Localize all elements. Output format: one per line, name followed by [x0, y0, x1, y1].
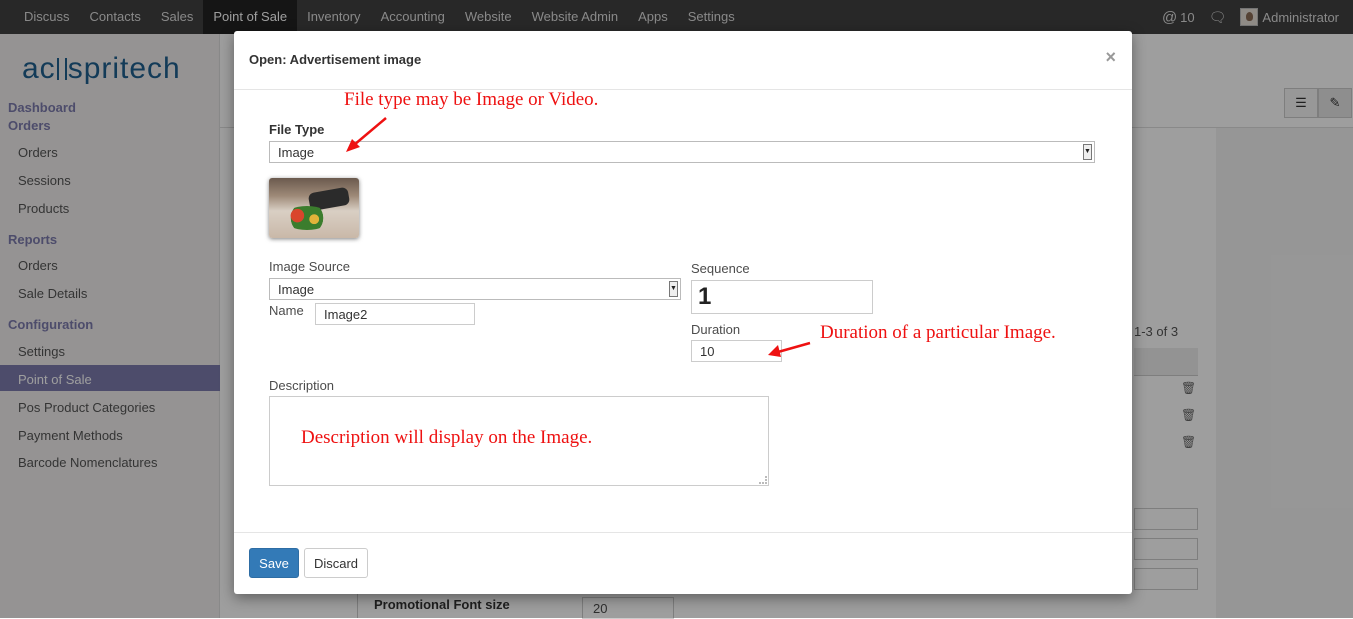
- advertisement-image-preview[interactable]: [269, 178, 359, 238]
- file-type-value: Image: [278, 145, 315, 160]
- annotation-duration: Duration of a particular Image.: [820, 322, 1056, 343]
- name-label: Name: [269, 303, 304, 318]
- image-source-label: Image Source: [269, 259, 350, 274]
- annotation-arrow-icon: [768, 341, 811, 357]
- image-detail: [283, 206, 331, 230]
- resize-handle[interactable]: [759, 476, 767, 484]
- chevron-down-icon: ▼: [669, 281, 678, 297]
- dialog-title: Open: Advertisement image: [249, 52, 422, 67]
- close-icon[interactable]: ×: [1105, 47, 1116, 68]
- name-field[interactable]: Image2: [315, 303, 475, 325]
- sequence-label: Sequence: [691, 261, 750, 276]
- file-type-label: File Type: [269, 122, 325, 137]
- annotation-arrow-icon: [346, 117, 387, 152]
- footer-divider: [234, 532, 1132, 533]
- chevron-down-icon: ▼: [1083, 144, 1092, 160]
- save-button[interactable]: Save: [249, 548, 299, 578]
- annotation-description: Description will display on the Image.: [301, 427, 593, 448]
- duration-label: Duration: [691, 322, 741, 337]
- file-type-select[interactable]: Image ▼: [269, 141, 1095, 163]
- image-source-value: Image: [278, 282, 315, 297]
- discard-button[interactable]: Discard: [304, 548, 368, 578]
- annotation-file-type: File type may be Image or Video.: [344, 89, 599, 110]
- sequence-field[interactable]: 1: [691, 280, 873, 314]
- description-label: Description: [269, 378, 335, 393]
- image-source-select[interactable]: Image ▼: [269, 278, 681, 300]
- advertisement-image-dialog: Open: Advertisement image × File Type Im…: [234, 31, 1132, 594]
